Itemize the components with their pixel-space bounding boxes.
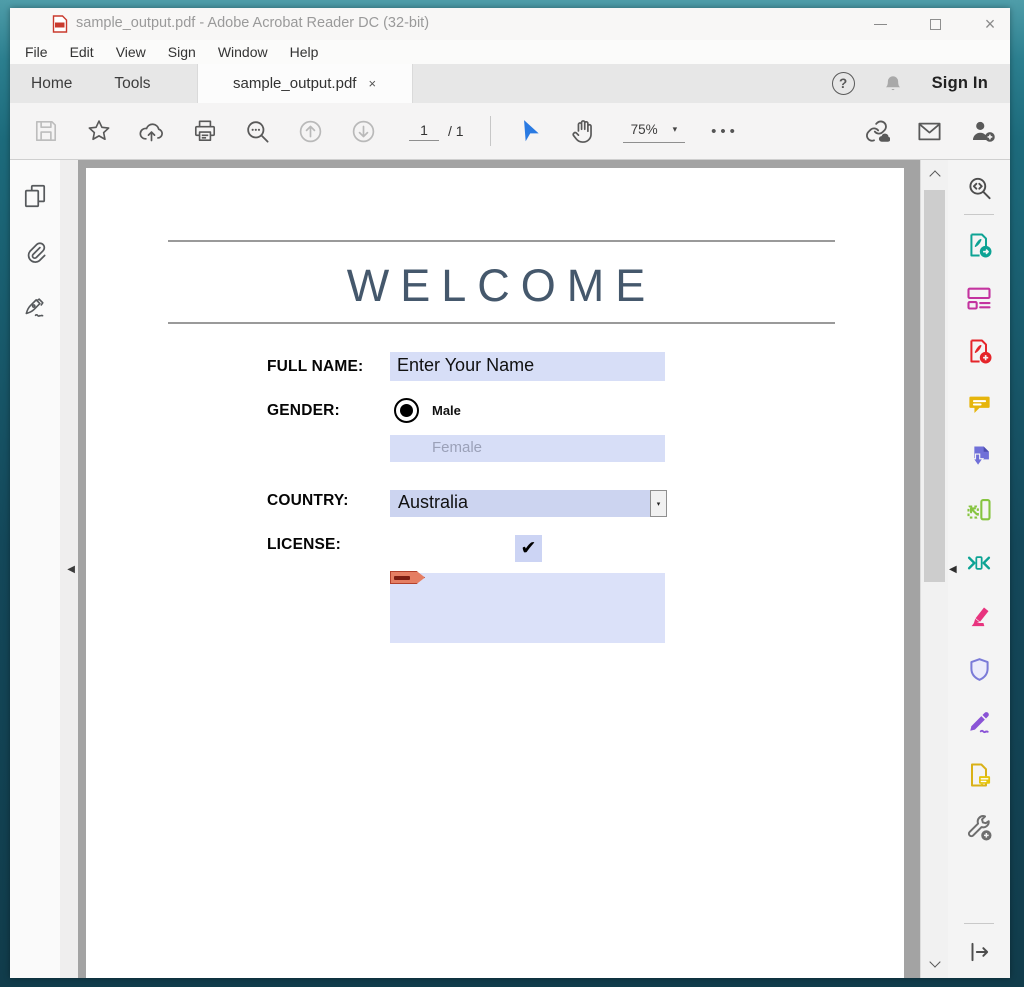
combine-files-icon[interactable] — [965, 443, 993, 471]
page-number-input[interactable]: 1 — [409, 122, 439, 141]
tools-bottom-divider — [964, 923, 994, 924]
cloud-upload-icon[interactable] — [138, 118, 165, 145]
signatures-pen-icon[interactable] — [22, 294, 49, 321]
menu-sign[interactable]: Sign — [157, 40, 207, 64]
maximize-button[interactable] — [928, 17, 942, 31]
title-rule-bottom — [168, 322, 835, 324]
close-button[interactable]: × — [983, 17, 997, 31]
help-icon[interactable]: ? — [832, 72, 855, 95]
tab-home[interactable]: Home — [10, 64, 93, 103]
document-area[interactable]: WELCOME FULL NAME: Enter Your Name GENDE… — [78, 160, 920, 978]
toolbar-right-group — [863, 118, 996, 145]
pdf-file-icon — [52, 15, 68, 33]
minimize-button[interactable] — [873, 17, 887, 31]
collapse-left-pane-icon[interactable]: ◀ — [67, 564, 75, 575]
pdf-page[interactable]: WELCOME FULL NAME: Enter Your Name GENDE… — [86, 168, 904, 978]
previous-page-icon[interactable] — [297, 118, 324, 145]
signature-field[interactable] — [390, 573, 665, 643]
zoom-control[interactable]: 75% ▾ — [623, 119, 686, 143]
scrollbar-thumb[interactable] — [924, 190, 945, 582]
menu-view[interactable]: View — [105, 40, 157, 64]
fill-sign-icon[interactable] — [965, 708, 993, 736]
gender-female-field[interactable]: Female — [390, 435, 665, 462]
form-title: WELCOME — [168, 260, 835, 312]
window-controls: × — [873, 8, 997, 40]
title-bar[interactable]: sample_output.pdf - Adobe Acrobat Reader… — [10, 8, 1010, 40]
scroll-down-icon[interactable] — [921, 952, 948, 976]
hand-tool-icon[interactable] — [570, 118, 597, 145]
compress-pdf-icon[interactable] — [965, 549, 993, 577]
zoom-tools-icon[interactable] — [965, 174, 993, 202]
country-label: COUNTRY: — [267, 492, 349, 510]
tab-close-icon[interactable]: × — [368, 76, 376, 91]
next-page-icon[interactable] — [350, 118, 377, 145]
scroll-up-icon[interactable] — [921, 162, 948, 186]
vertical-scrollbar[interactable] — [920, 160, 948, 978]
notification-bell-icon[interactable] — [880, 70, 907, 97]
tab-bar-right: ? Sign In — [832, 64, 1010, 103]
tools-panel-bottom — [964, 923, 994, 966]
country-dropdown[interactable]: Australia — [390, 490, 650, 517]
toolbar: 1 / 1 75% ▾ ••• — [10, 103, 1010, 160]
edit-pdf-icon[interactable] — [965, 284, 993, 312]
tools-divider — [964, 214, 994, 215]
attachments-paperclip-icon[interactable] — [22, 238, 49, 265]
print-icon[interactable] — [191, 118, 218, 145]
page-navigation: 1 / 1 — [409, 122, 464, 141]
menu-window[interactable]: Window — [207, 40, 279, 64]
license-label: LICENSE: — [267, 536, 341, 554]
full-name-label: FULL NAME: — [267, 358, 363, 376]
tab-document[interactable]: sample_output.pdf × — [197, 64, 413, 103]
share-link-icon[interactable] — [863, 118, 890, 145]
male-radio-label: Male — [432, 403, 461, 418]
protect-pdf-icon[interactable] — [965, 655, 993, 683]
save-icon[interactable] — [32, 118, 59, 145]
title-rule-top — [168, 240, 835, 242]
full-name-input[interactable]: Enter Your Name — [390, 352, 665, 381]
main-area: ◀ WELCOME FULL NAME: Enter Your Name GEN… — [10, 160, 1010, 978]
collapse-tools-pane-icon[interactable]: ◀ — [949, 564, 957, 575]
export-pdf-icon[interactable] — [965, 231, 993, 259]
menu-file[interactable]: File — [14, 40, 59, 64]
more-tools-wrench-icon[interactable] — [965, 814, 993, 842]
more-tools-icon[interactable]: ••• — [711, 123, 739, 140]
tab-tools[interactable]: Tools — [93, 64, 171, 103]
sign-in-button[interactable]: Sign In — [932, 74, 988, 93]
gender-label: GENDER: — [267, 402, 340, 420]
tab-document-label: sample_output.pdf — [233, 75, 356, 92]
toolbar-divider — [490, 116, 491, 146]
tools-panel: ◀ — [948, 160, 1010, 978]
menu-bar: File Edit View Sign Window Help — [10, 40, 1010, 64]
menu-edit[interactable]: Edit — [59, 40, 105, 64]
zoom-level-value: 75% — [631, 122, 658, 137]
add-user-icon[interactable] — [969, 118, 996, 145]
open-tools-pane-icon[interactable] — [965, 938, 993, 966]
combo-arrow-icon: ▾ — [657, 500, 661, 508]
send-for-comments-icon[interactable] — [965, 761, 993, 789]
acrobat-window: sample_output.pdf - Adobe Acrobat Reader… — [10, 8, 1010, 978]
selection-tool-icon[interactable] — [517, 118, 544, 145]
email-icon[interactable] — [916, 118, 943, 145]
page-count-label: / 1 — [448, 123, 464, 139]
comment-icon[interactable] — [965, 390, 993, 418]
zoom-dropdown-arrow-icon[interactable]: ▾ — [673, 124, 678, 135]
search-tools-icon[interactable] — [244, 118, 271, 145]
create-pdf-icon[interactable] — [965, 337, 993, 365]
window-title: sample_output.pdf - Adobe Acrobat Reader… — [76, 15, 429, 31]
highlight-icon[interactable] — [965, 602, 993, 630]
desktop-background: sample_output.pdf - Adobe Acrobat Reader… — [0, 0, 1024, 987]
menu-help[interactable]: Help — [279, 40, 330, 64]
favorite-star-icon[interactable] — [85, 118, 112, 145]
country-dropdown-button[interactable]: ▾ — [650, 490, 667, 517]
gender-male-radio[interactable] — [394, 398, 419, 423]
left-panel: ◀ — [10, 160, 78, 978]
page-thumbnails-icon[interactable] — [22, 182, 49, 209]
license-checkbox[interactable]: ✔ — [515, 535, 542, 562]
organize-pages-icon[interactable] — [965, 496, 993, 524]
tab-bar: Home Tools sample_output.pdf × ? Sign In — [10, 64, 1010, 103]
